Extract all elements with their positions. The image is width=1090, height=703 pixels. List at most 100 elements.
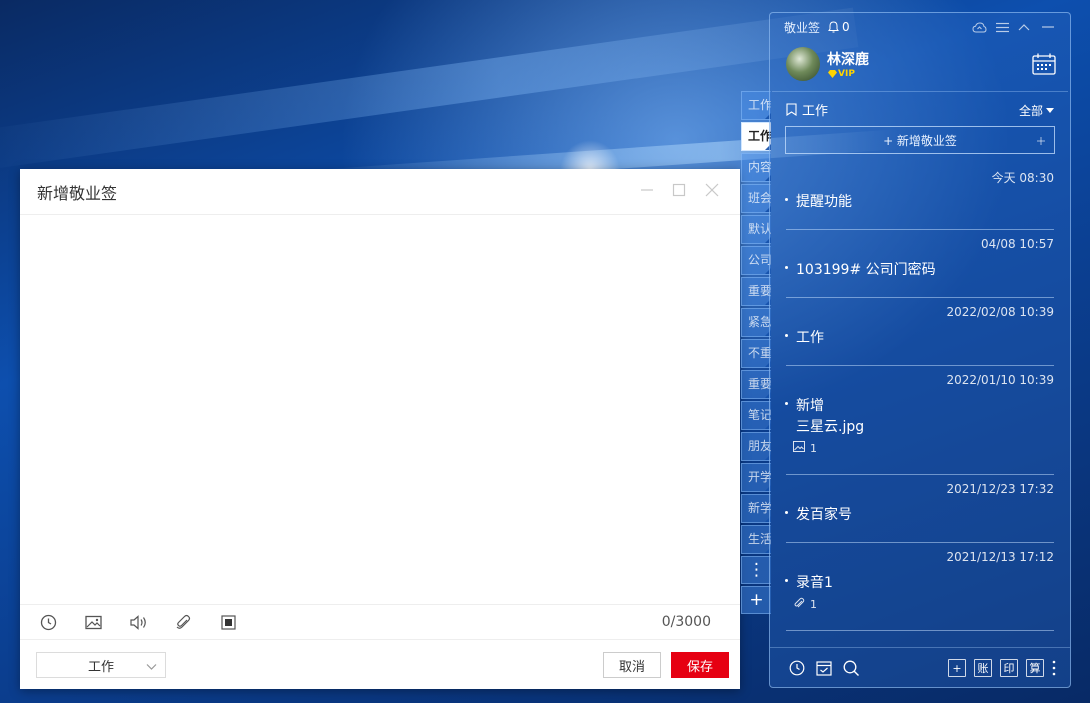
note-line: 工作 (796, 330, 824, 346)
minimize-icon[interactable] (639, 183, 655, 199)
tab-category[interactable]: 生活 (741, 525, 771, 554)
caret-down-icon (1046, 108, 1054, 113)
diamond-icon (828, 70, 837, 78)
collapse-icon[interactable] (1016, 19, 1032, 35)
note-list: 今天 08:30 提醒功能 04/08 10:57 103199# 公司门密码 2022… (770, 162, 1070, 631)
notification-bell[interactable]: 0 (828, 20, 850, 34)
clock-icon[interactable] (788, 659, 806, 677)
note-time: 2022/01/10 10:39 (946, 373, 1054, 387)
image-icon[interactable] (83, 612, 103, 632)
editor-toolbar: 0/3000 (20, 604, 740, 640)
note-line: 录音1 (796, 575, 833, 591)
tab-category[interactable]: 重要 (741, 277, 771, 306)
note-line: 发百家号 (796, 507, 852, 523)
dialog-header: 新增敬业签 (20, 169, 740, 215)
attachment-count: 1 (810, 441, 817, 455)
calendar-check-icon[interactable] (815, 659, 833, 677)
note-text: 新增三星云.jpg (796, 396, 864, 438)
add-tab-button[interactable]: + (741, 586, 771, 614)
filter-dropdown[interactable]: 全部 (1019, 102, 1054, 119)
note-text: 提醒功能 (796, 192, 852, 213)
note-text: 工作 (796, 328, 824, 349)
note-item[interactable]: 今天 08:30 提醒功能 (785, 162, 1054, 230)
bullet-dot (785, 579, 788, 582)
calculator-button[interactable]: 算 (1026, 659, 1044, 677)
panel-bottom-bar: + 账 印 算 (770, 647, 1070, 687)
bullet-dot (785, 334, 788, 337)
note-attachment: 1 (793, 441, 817, 455)
print-button[interactable]: 印 (1000, 659, 1018, 677)
note-item[interactable]: 04/08 10:57 103199# 公司门密码 (785, 230, 1054, 298)
chevron-down-icon (146, 660, 157, 675)
tab-category[interactable]: 默认 (741, 215, 771, 244)
more-tabs-button[interactable]: ⋮ (741, 556, 771, 584)
note-line: 103199# 公司门密码 (796, 262, 936, 278)
dialog-title: 新增敬业签 (37, 183, 118, 203)
tab-category[interactable]: 公司 (741, 246, 771, 275)
note-item[interactable]: 2021/12/23 17:32 发百家号 (785, 475, 1054, 543)
tab-category[interactable]: 工作 (741, 122, 771, 151)
note-time: 2021/12/13 17:12 (946, 550, 1054, 564)
vip-badge: VIP (828, 69, 855, 79)
note-editor[interactable] (20, 215, 740, 604)
add-note-button[interactable]: + 新增敬业签 (785, 126, 1055, 154)
avatar[interactable] (786, 47, 820, 81)
cancel-button[interactable]: 取消 (603, 652, 661, 678)
note-text: 发百家号 (796, 505, 852, 526)
category-select-value: 工作 (87, 659, 114, 675)
note-time: 2022/02/08 10:39 (946, 305, 1054, 319)
tab-category[interactable]: 班会 (741, 184, 771, 213)
paperclip-icon (793, 597, 805, 612)
char-counter: 0/3000 (661, 614, 711, 630)
tab-category[interactable]: 开学 (741, 463, 771, 492)
search-icon[interactable] (842, 659, 860, 677)
audio-icon[interactable] (128, 612, 148, 632)
add-button[interactable]: + (948, 659, 966, 677)
note-line: 新增 (796, 398, 824, 414)
stop-record-icon[interactable] (218, 612, 238, 632)
tab-category[interactable]: 新学 (741, 494, 771, 523)
calendar-icon[interactable] (1032, 53, 1056, 79)
bell-icon (828, 21, 839, 33)
tab-category[interactable]: 内容 (741, 153, 771, 182)
note-item[interactable]: 2021/12/13 17:12 录音1 1 (785, 543, 1054, 631)
current-category: 工作 (802, 103, 829, 119)
save-button[interactable]: 保存 (671, 652, 729, 678)
note-text: 103199# 公司门密码 (796, 260, 936, 281)
menu-icon[interactable] (994, 19, 1010, 35)
more-vertical-icon[interactable] (1045, 659, 1063, 677)
tab-category[interactable]: 紧急 (741, 308, 771, 337)
category-select[interactable]: 工作 (36, 652, 166, 678)
tab-category[interactable]: 朋友 (741, 432, 771, 461)
minimize-icon[interactable] (1040, 19, 1056, 35)
note-item[interactable]: 2022/01/10 10:39 新增三星云.jpg 1 (785, 366, 1054, 475)
notification-count: 0 (842, 20, 850, 34)
user-profile: 林深鹿 VIP (770, 41, 1070, 91)
note-time: 04/08 10:57 (981, 237, 1054, 251)
note-line: 三星云.jpg (796, 419, 865, 435)
notes-panel: 敬业签 0 林深鹿 VIP 工作 全部 + 新增敬业签 今天 08:30 提醒功… (769, 12, 1071, 688)
tab-category[interactable]: 工作 (741, 91, 771, 120)
clock-icon[interactable] (38, 612, 58, 632)
bullet-dot (785, 402, 788, 405)
dialog-footer: 工作 取消 保存 (20, 640, 740, 689)
note-text: 录音1 (796, 573, 833, 594)
bullet-dot (785, 511, 788, 514)
maximize-icon[interactable] (671, 183, 687, 199)
new-note-dialog: 新增敬业签 0/3000 工作 取消 保存 (20, 169, 740, 689)
note-item[interactable]: 2022/02/08 10:39 工作 (785, 298, 1054, 366)
account-button[interactable]: 账 (974, 659, 992, 677)
category-header: 工作 全部 (770, 92, 1070, 126)
panel-titlebar: 敬业签 0 (770, 13, 1070, 41)
tab-category[interactable]: 不重 (741, 339, 771, 368)
note-line: 提醒功能 (796, 194, 852, 210)
bookmark-icon (786, 102, 797, 116)
app-title: 敬业签 (784, 20, 821, 35)
resize-corner-icon (1036, 135, 1046, 149)
paperclip-icon[interactable] (173, 612, 193, 632)
cloud-sync-icon[interactable] (971, 19, 987, 35)
close-icon[interactable] (704, 183, 720, 199)
tab-category[interactable]: 重要 (741, 370, 771, 399)
note-time: 2021/12/23 17:32 (946, 482, 1054, 496)
tab-category[interactable]: 笔记 (741, 401, 771, 430)
